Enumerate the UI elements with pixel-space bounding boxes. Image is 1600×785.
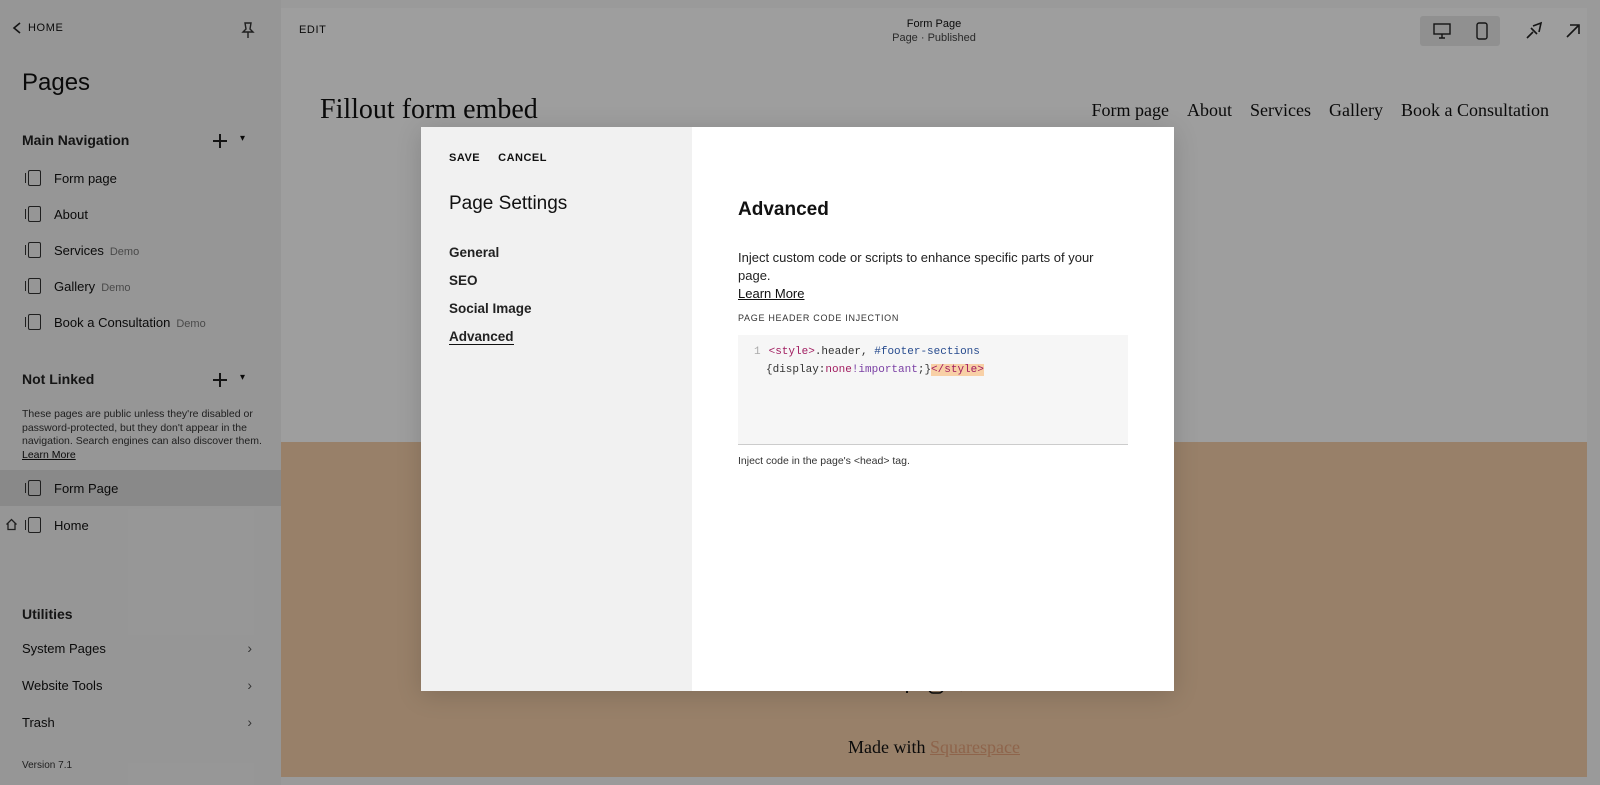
utility-label: Trash [22,714,55,730]
code-editor[interactable]: 1 <style>.header, #footer-sections {displ… [738,335,1128,445]
mobile-icon[interactable] [1475,22,1488,40]
site-navigation: Form page About Services Gallery Book a … [1092,100,1549,121]
desktop-icon[interactable] [1432,23,1451,39]
main-navigation-heading: Main Navigation [22,132,130,148]
not-linked-note: These pages are public unless they're di… [22,408,262,462]
tab-advanced[interactable]: Advanced [449,329,514,345]
code-open-tag: <style> [768,346,815,358]
utility-label: System Pages [22,640,106,656]
add-page-icon[interactable] [212,372,228,388]
sidebar-item-label: About [54,206,88,222]
demo-badge: Demo [109,245,140,258]
code-brace-close: ;} [917,364,932,376]
pages-title: Pages [22,69,91,96]
code-hint: Inject code in the page's <head> tag. [738,455,910,467]
site-nav-link[interactable]: Form page [1092,100,1169,121]
line-number: 1 [754,346,761,358]
page-icon [25,517,41,533]
tab-social-image[interactable]: Social Image [449,301,532,317]
squarespace-link[interactable]: Squarespace [930,737,1020,757]
utility-label: Website Tools [22,677,103,693]
sidebar: HOME Pages Main Navigation ▾ Form page A… [0,0,281,785]
made-with-credit: Made with Squarespace [281,737,1587,758]
code-important: !important [851,364,918,376]
chevron-left-icon [12,22,21,34]
code-selector: .header, [814,346,875,358]
sidebar-item-label: Form Page [54,480,119,496]
paintbrush-icon[interactable] [1523,20,1545,42]
section-description: Inject custom code or scripts to enhance… [738,249,1128,303]
site-title: Fillout form embed [320,94,538,125]
site-nav-link[interactable]: Book a Consultation [1401,100,1549,121]
utility-system-pages[interactable]: System Pages › [22,640,252,656]
modal-title: Page Settings [449,193,568,214]
sidebar-item-services[interactable]: Services Demo [0,232,281,268]
sidebar-item-label: Book a Consultation [54,314,171,330]
home-icon [6,518,17,531]
sidebar-item-form-page-unlinked[interactable]: Form Page [0,470,281,506]
tab-general[interactable]: General [449,245,532,261]
demo-badge: Demo [101,281,131,294]
modal-sidebar: SAVE CANCEL Page Settings General SEO So… [421,127,692,691]
code-injection-label: PAGE HEADER CODE INJECTION [738,313,900,323]
learn-more-link[interactable]: Learn More [22,449,76,461]
save-button[interactable]: SAVE [449,152,480,164]
modal-content: Advanced Inject custom code or scripts t… [692,127,1174,691]
utility-trash[interactable]: Trash › [22,714,252,730]
sidebar-item-book-a-consultation[interactable]: Book a Consultation Demo [0,304,281,340]
version-label: Version 7.1 [22,760,73,771]
page-name: Form Page [906,18,962,30]
description-text: Inject custom code or scripts to enhance… [738,250,1094,283]
cancel-button[interactable]: CANCEL [498,152,547,164]
site-nav-link[interactable]: About [1187,100,1232,121]
made-with-prefix: Made with [848,737,926,757]
sidebar-item-home[interactable]: Home [0,507,281,543]
sidebar-overlay [0,0,281,785]
code-brace-open: {display: [766,364,826,376]
chevron-right-icon: › [247,640,252,656]
sidebar-item-gallery[interactable]: Gallery Demo [0,268,281,304]
sidebar-item-about[interactable]: About [0,196,281,232]
page-status: Page · Published [892,32,976,44]
code-close-tag: </style> [931,364,984,376]
not-linked-note-text: These pages are public unless they're di… [22,408,262,447]
device-toggle [1420,16,1500,46]
sidebar-item-form-page[interactable]: Form page [0,160,281,196]
tab-seo[interactable]: SEO [449,273,532,289]
sidebar-item-label: Gallery [54,278,96,294]
code-selector-id: #footer-sections [874,346,980,358]
page-icon [25,170,41,186]
chevron-down-icon[interactable]: ▾ [240,133,256,149]
home-back-link[interactable]: HOME [12,22,63,34]
settings-tabs: General SEO Social Image Advanced [449,245,532,345]
learn-more-link[interactable]: Learn More [738,286,804,301]
utilities-heading: Utilities [22,606,73,622]
page-icon [25,314,41,330]
site-nav-link[interactable]: Services [1250,100,1311,121]
sidebar-item-label: Services [54,242,104,258]
sidebar-item-label: Home [54,517,89,533]
page-icon [25,278,41,294]
home-label: HOME [28,22,64,34]
sidebar-item-label: Form page [54,170,117,186]
page-icon [25,206,41,222]
page-status-header: Form Page Page · Published [281,18,1587,44]
page-settings-modal: SAVE CANCEL Page Settings General SEO So… [421,127,1174,691]
add-page-icon[interactable] [212,133,228,149]
not-linked-heading: Not Linked [22,371,95,387]
site-nav-link[interactable]: Gallery [1329,100,1383,121]
chevron-right-icon: › [247,714,252,730]
utility-website-tools[interactable]: Website Tools › [22,677,252,693]
chevron-down-icon[interactable]: ▾ [240,372,256,388]
chevron-right-icon: › [247,677,252,693]
section-title: Advanced [738,199,829,220]
demo-badge: Demo [176,317,206,330]
page-icon [25,480,41,496]
page-icon [25,242,41,258]
pin-icon[interactable] [238,20,258,40]
code-value: none [825,364,852,376]
external-link-icon[interactable] [1562,20,1584,42]
